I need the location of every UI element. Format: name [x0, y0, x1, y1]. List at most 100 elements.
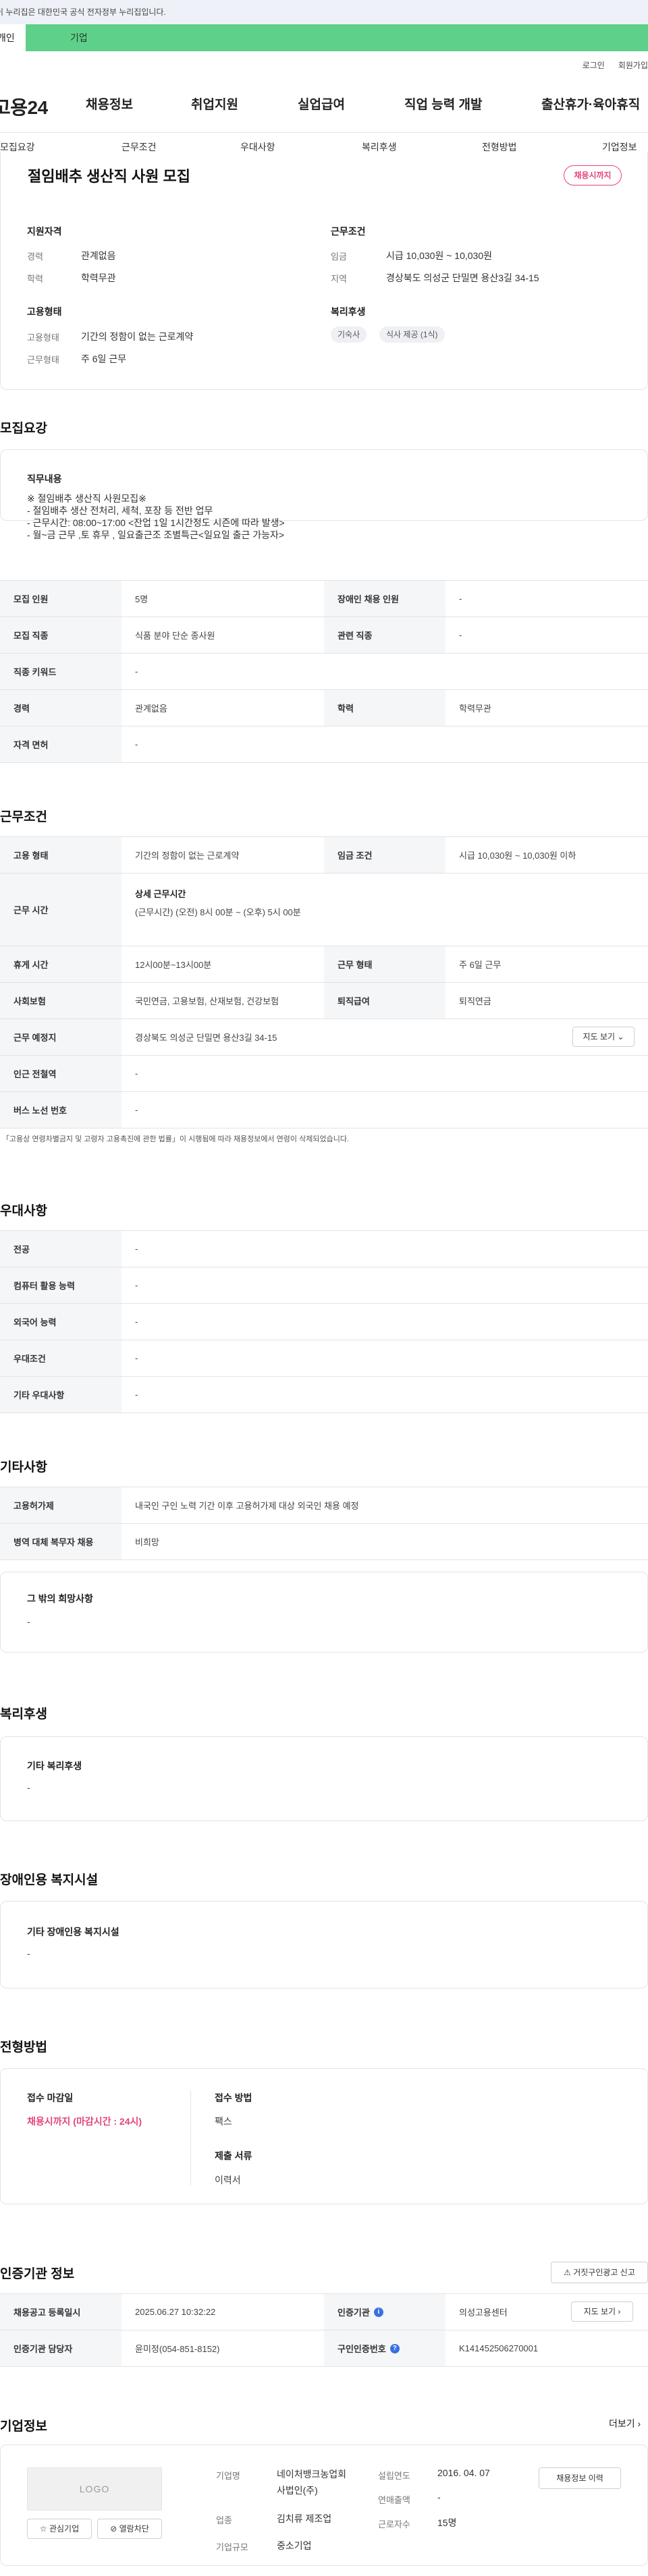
- chevron-right-icon: ›: [618, 2307, 621, 2316]
- employees-label: 근로자수: [378, 2519, 410, 2529]
- disability-card: [0, 1901, 648, 1988]
- etc-section-title: 기타사항: [0, 1460, 47, 1475]
- employment-label: 고용형태: [27, 333, 59, 343]
- welfare-chip: 기숙사: [331, 326, 367, 343]
- recruit-history-button[interactable]: 채용정보 이력: [539, 2467, 621, 2489]
- employment-value: 기간의 정함이 없는 근로계약: [81, 331, 194, 342]
- lnb-item-preference[interactable]: 우대사항: [240, 140, 275, 154]
- interest-company-button[interactable]: ☆ 관심기업: [27, 2519, 92, 2539]
- table-row: 전공 -: [0, 1231, 648, 1267]
- closing-badge: 채용시까지: [564, 165, 622, 185]
- recruit-table: 모집 인원 5명 장애인 채용 인원 - 모집 직종 식품 분야 단순 종사원 …: [0, 580, 648, 763]
- company-more-link[interactable]: 더보기 ›: [609, 2417, 641, 2430]
- cert-section-title: 인증기관 정보: [0, 2267, 75, 2281]
- region-value: 경상북도 의성군 단밀면 용산3길 34-15: [386, 273, 539, 283]
- join-link[interactable]: 회원가입: [618, 61, 648, 70]
- star-icon: ☆: [39, 2524, 47, 2534]
- education-label: 학력: [27, 274, 43, 284]
- lnb-item-conditions[interactable]: 근무조건: [122, 140, 157, 154]
- education-value: 학력무관: [81, 273, 116, 283]
- region-label: 지역: [331, 274, 347, 284]
- sales-value: -: [437, 2492, 441, 2502]
- wage-label: 임금: [331, 252, 347, 262]
- tab-company[interactable]: 기업: [26, 24, 648, 51]
- agency-map-button[interactable]: 지도 보기 ›: [571, 2301, 633, 2322]
- chevron-right-icon: ›: [637, 2418, 641, 2429]
- tab-person[interactable]: 개인: [0, 24, 26, 51]
- table-row: 사회보험 국민연금, 고용보험, 산재보험, 건강보험 퇴직급여 퇴직연금: [0, 983, 648, 1019]
- conditions-section-title: 근무조건: [0, 810, 47, 824]
- disability-card-title: 기타 장애인용 복지시설: [27, 1926, 119, 1937]
- gnb-item-leave[interactable]: 출산휴가·육아휴직: [541, 94, 640, 113]
- industry-label: 업종: [216, 2515, 232, 2525]
- age-footnote: • 「고용상 연령차별금지 및 고령자 고용촉진에 관한 법률」이 시행됨에 따…: [1, 1135, 349, 1143]
- welfare-card-title: 기타 복리후생: [27, 1761, 82, 1771]
- company-size-label: 기업규모: [216, 2542, 248, 2552]
- cert-table: 채용공고 등록일시 2025.06.27 10:32:22 인증기관 i 의성고용…: [0, 2293, 648, 2367]
- table-row: 근무 예정지 경상북도 의성군 단밀면 용산3길 34-15: [0, 1019, 648, 1056]
- lnb-item-selection[interactable]: 전형방법: [482, 140, 517, 154]
- company-name-value: 사법인(주): [277, 2485, 318, 2496]
- site-logo[interactable]: 고용24: [0, 93, 48, 120]
- info-icon[interactable]: i: [373, 2307, 383, 2317]
- gnb-item-benefit[interactable]: 실업급여: [298, 94, 345, 113]
- gov-banner: 이 누리집은 대한민국 공식 전자정부 누리집입니다.: [0, 0, 648, 24]
- method-label: 접수 방법: [215, 2092, 252, 2103]
- selection-card: [0, 2068, 648, 2204]
- login-link[interactable]: 로그인: [583, 61, 605, 70]
- location-map-button[interactable]: 지도 보기 ⌄: [572, 1027, 634, 1047]
- welfare-summary-title: 복리후생: [331, 306, 366, 317]
- workdays-value: 주 6일 근무: [81, 353, 127, 364]
- selection-section-title: 전형방법: [0, 2040, 47, 2055]
- false-ad-report-button[interactable]: ⚠ 거짓구인광고 신고: [551, 2262, 648, 2283]
- table-row: 직종 키워드 -: [0, 654, 648, 690]
- company-logo: LOGO: [27, 2467, 162, 2511]
- table-row: 병역 대체 복무자 채용 비희망: [0, 1524, 648, 1560]
- founded-label: 설립연도: [378, 2471, 410, 2481]
- table-row: 컴퓨터 활용 능력 -: [0, 1267, 648, 1304]
- founded-value: 2016. 04. 07: [437, 2467, 490, 2478]
- docs-label: 제출 서류: [215, 2150, 252, 2161]
- selection-divider: [190, 2091, 191, 2185]
- deadline-label: 접수 마감일: [27, 2092, 74, 2103]
- duty-title: 직무내용: [27, 474, 62, 484]
- deadline-value: 채용시까지 (마감시간 : 24시): [27, 2116, 142, 2127]
- duty-lines: ※ 절임배추 생산직 사원모집※ - 절임배추 생산 전처리, 세척, 포장 등…: [27, 493, 285, 540]
- table-row: 고용허가제 내국인 구인 노력 기간 이후 고용허가제 대상 외국인 채용 예정: [0, 1487, 648, 1524]
- member-type-tabs: 개인 기업: [0, 24, 648, 51]
- preference-table: 전공 - 컴퓨터 활용 능력 - 외국어 능력 - 우대조건 - 기타 우대사항 -: [0, 1230, 648, 1413]
- table-row: 모집 직종 식품 분야 단순 종사원 관련 직종 -: [0, 617, 648, 654]
- table-row: 고용 형태 기간의 정함이 없는 근로계약 임금 조건 시급 10,030원 ~…: [0, 837, 648, 874]
- career-value: 관계없음: [81, 250, 116, 261]
- welfare-chip: 식사 제공 (1식): [379, 326, 445, 343]
- block-icon: ⊘: [110, 2524, 117, 2534]
- disability-section-title: 장애인용 복지시설: [0, 1873, 99, 1887]
- table-row: 기타 우대사항 -: [0, 1377, 648, 1413]
- table-row: 근무 시간 상세 근무시간 (근무시간) (오전) 8시 00분 ~ (오후) …: [0, 874, 648, 946]
- gnb-item-training[interactable]: 직업 능력 개발: [404, 94, 482, 113]
- welfare-card: [0, 1736, 648, 1821]
- lnb-item-recruit[interactable]: 모집요강: [0, 140, 35, 154]
- global-nav: 채용정보 취업지원 실업급여 직업 능력 개발 출산휴가·육아휴직: [81, 94, 648, 115]
- preference-section-title: 우대사항: [0, 1204, 47, 1218]
- table-row: 채용공고 등록일시 2025.06.27 10:32:22 인증기관 i 의성고용…: [0, 2294, 648, 2330]
- other-wish-card: [0, 1572, 648, 1653]
- table-row: 우대조건 -: [0, 1340, 648, 1377]
- company-section-title: 기업정보: [0, 2420, 47, 2434]
- conditions-table: 고용 형태 기간의 정함이 없는 근로계약 임금 조건 시급 10,030원 ~…: [0, 836, 648, 1128]
- industry-value: 김치류 제조업: [277, 2513, 332, 2524]
- lnb-item-welfare[interactable]: 복리후생: [362, 140, 397, 154]
- lnb-item-company[interactable]: 기업정보: [602, 140, 637, 154]
- gnb-item-support[interactable]: 취업지원: [191, 94, 238, 113]
- table-row: 모집 인원 5명 장애인 채용 인원 -: [0, 581, 648, 617]
- table-row: 휴게 시간 12시00분~13시00분 근무 형태 주 6일 근무: [0, 946, 648, 983]
- block-view-button[interactable]: ⊘ 열람차단: [97, 2519, 162, 2539]
- etc-table: 고용허가제 내국인 구인 노력 기간 이후 고용허가제 대상 외국인 채용 예정 …: [0, 1487, 648, 1560]
- welfare-card-value: -: [27, 1782, 30, 1793]
- qualification-title: 지원자격: [27, 226, 62, 237]
- info-icon[interactable]: ?: [389, 2343, 400, 2353]
- table-row: 인증기관 담당자 윤미정(054-851-8152) 구인인증번호? K1414…: [0, 2330, 648, 2367]
- sales-label: 연매출액: [378, 2495, 410, 2505]
- other-wish-title: 그 밖의 희망사항: [27, 1593, 93, 1604]
- gnb-item-jobs[interactable]: 채용정보: [86, 94, 133, 113]
